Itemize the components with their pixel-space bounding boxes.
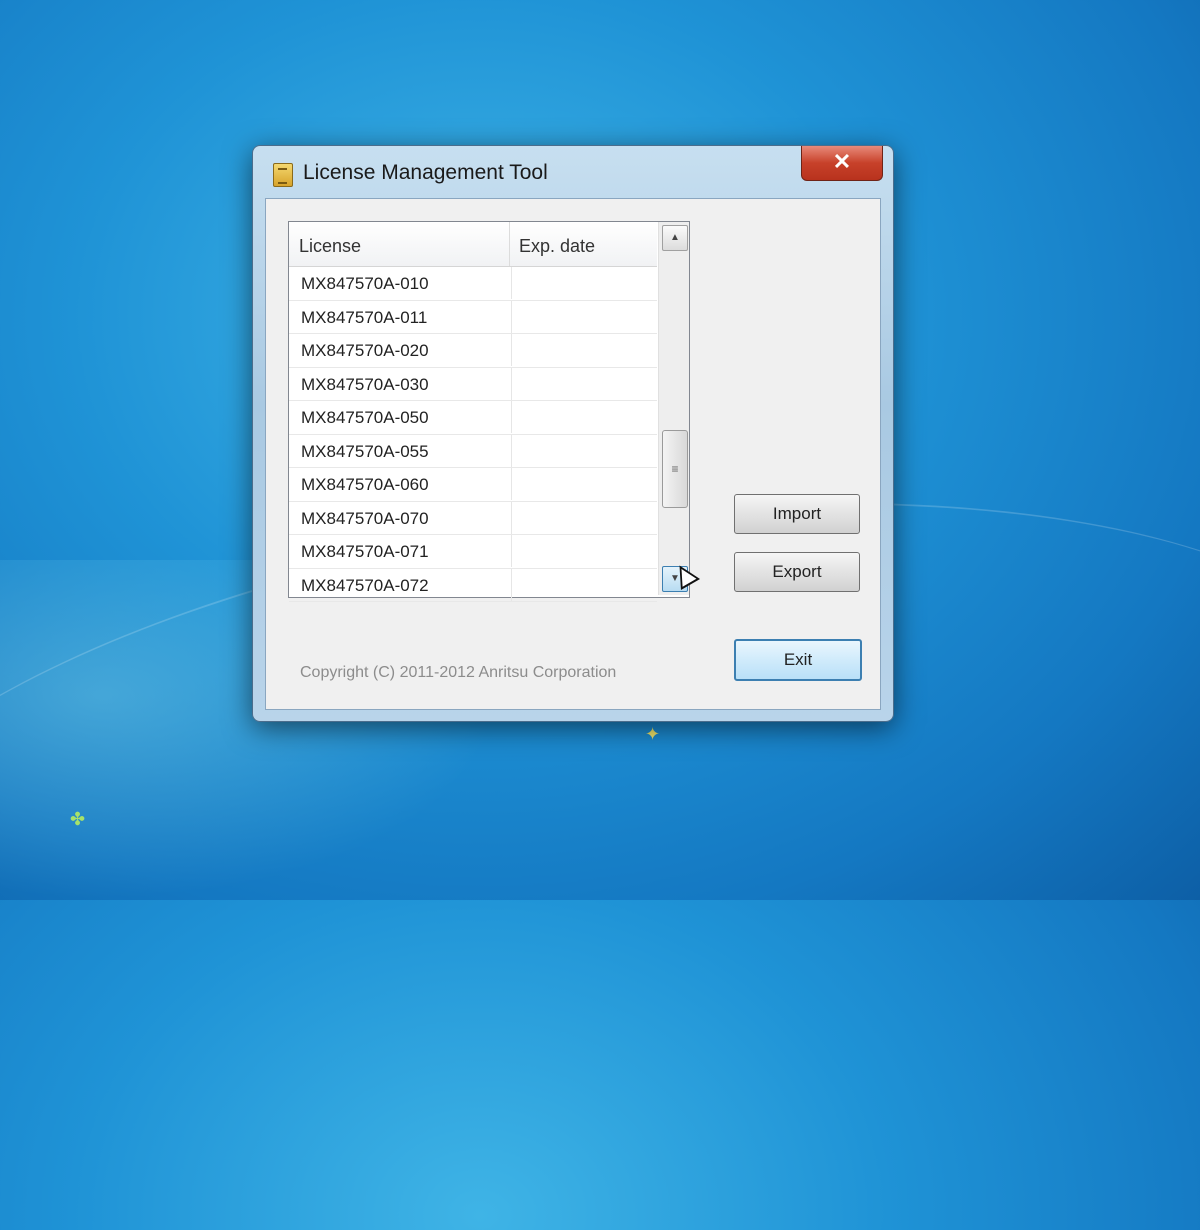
table-row[interactable]: MX847570A-071 bbox=[289, 535, 657, 569]
exp-date-cell bbox=[511, 401, 658, 433]
exp-date-cell bbox=[511, 434, 658, 467]
table-row[interactable]: MX847570A-030 bbox=[289, 367, 658, 401]
exp-date-cell bbox=[511, 468, 658, 500]
exp-date-cell bbox=[511, 300, 658, 333]
license-cell: MX847570A-060 bbox=[301, 475, 429, 494]
wallpaper-sparkle-icon: ✦ bbox=[645, 724, 661, 744]
client-area: License Exp. date MX847570A-010 MX847570A… bbox=[265, 198, 881, 710]
scroll-up-button[interactable]: ▲ bbox=[662, 225, 688, 251]
table-row[interactable]: MX847570A-011 bbox=[289, 300, 658, 334]
listview-header: License Exp. date bbox=[289, 222, 657, 267]
column-header-exp-date[interactable]: Exp. date bbox=[519, 236, 595, 257]
license-cell: MX847570A-055 bbox=[301, 441, 429, 461]
license-cell: MX847570A-011 bbox=[301, 307, 428, 327]
column-divider[interactable] bbox=[509, 222, 510, 266]
window-title: License Management Tool bbox=[303, 161, 548, 184]
license-cell: MX847570A-020 bbox=[301, 341, 429, 360]
title-bar[interactable]: License Management Tool ✕ bbox=[253, 146, 893, 196]
scroll-thumb[interactable]: ≡ bbox=[662, 430, 688, 508]
table-row[interactable]: MX847570A-010 bbox=[289, 267, 657, 301]
license-cell: MX847570A-070 bbox=[301, 508, 429, 528]
app-icon bbox=[273, 163, 293, 187]
import-button[interactable]: Import bbox=[734, 494, 860, 534]
close-button[interactable]: ✕ bbox=[801, 146, 883, 181]
license-cell: MX847570A-050 bbox=[301, 408, 429, 427]
export-button[interactable]: Export bbox=[734, 552, 860, 592]
vertical-scrollbar[interactable]: ▲ ≡ ▼ bbox=[658, 222, 689, 595]
table-row[interactable]: MX847570A-070 bbox=[289, 501, 658, 535]
license-cell: MX847570A-010 bbox=[301, 274, 429, 293]
exp-date-cell bbox=[511, 501, 658, 534]
license-cell: MX847570A-071 bbox=[301, 542, 429, 561]
exp-date-cell bbox=[511, 535, 658, 567]
table-row[interactable]: MX847570A-050 bbox=[289, 401, 657, 435]
license-cell: MX847570A-072 bbox=[301, 575, 429, 595]
exp-date-cell bbox=[511, 267, 658, 299]
license-listview[interactable]: License Exp. date MX847570A-010 MX847570A… bbox=[288, 221, 690, 602]
license-cell: MX847570A-030 bbox=[301, 374, 429, 394]
exit-button[interactable]: Exit bbox=[734, 639, 862, 681]
table-row[interactable]: MX847570A-055 bbox=[289, 434, 658, 468]
table-row[interactable]: MX847570A-060 bbox=[289, 468, 657, 502]
table-row[interactable]: MX847570A-072 bbox=[289, 568, 658, 602]
license-management-window: License Management Tool ✕ License Exp. d… bbox=[252, 145, 894, 722]
table-row[interactable]: MX847570A-020 bbox=[289, 334, 657, 368]
column-header-license[interactable]: License bbox=[299, 236, 361, 257]
exp-date-cell bbox=[511, 367, 658, 400]
copyright-text: Copyright (C) 2011-2012 Anritsu Corporat… bbox=[300, 664, 617, 681]
wallpaper-leaf-icon: ✤ bbox=[70, 809, 86, 829]
exp-date-cell bbox=[511, 568, 658, 601]
exp-date-cell bbox=[511, 334, 658, 366]
listview-rows: MX847570A-010 MX847570A-011 MX847570A-020 M… bbox=[289, 267, 657, 602]
